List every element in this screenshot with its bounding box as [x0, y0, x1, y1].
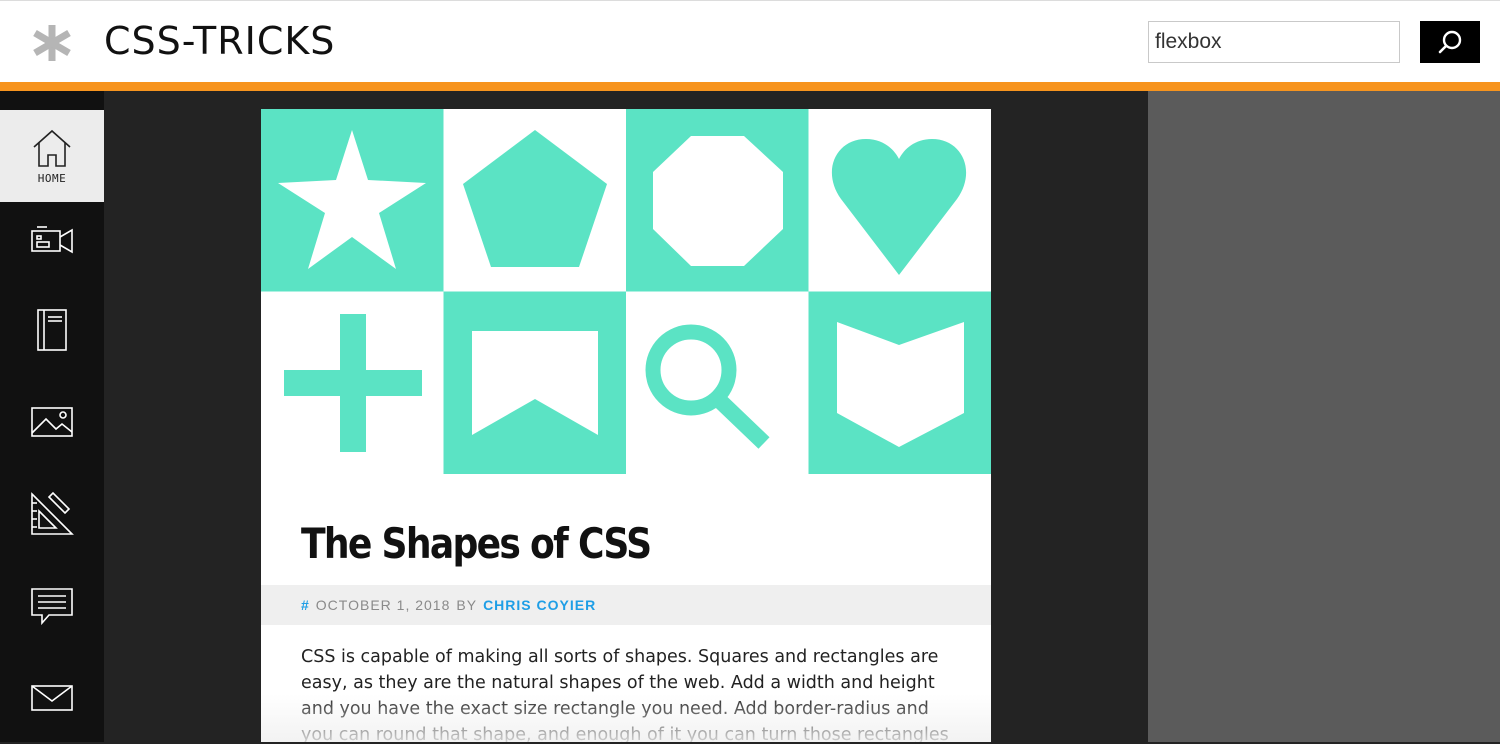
sidebar-item-home[interactable]: HOME [0, 110, 104, 202]
sidebar-item-newsletter[interactable] [0, 652, 104, 744]
article-title[interactable]: The Shapes of CSS [301, 509, 652, 579]
image-icon [31, 407, 73, 437]
sidebar-nav: HOME [0, 91, 104, 742]
home-icon [33, 129, 71, 167]
sidebar-item-guides[interactable] [0, 284, 104, 376]
book-icon [37, 309, 67, 351]
byline-by: BY [456, 597, 478, 613]
author-link[interactable]: CHRIS COYIER [483, 597, 596, 613]
article-hero-image[interactable] [261, 109, 991, 474]
search-button[interactable] [1420, 21, 1480, 63]
chat-bubble-icon [31, 588, 73, 626]
sidebar-item-label: HOME [37, 171, 67, 185]
octagon-icon [653, 136, 783, 266]
article-card[interactable]: The Shapes of CSS # OCTOBER 1, 2018 BY C… [261, 109, 991, 742]
pentagon-icon [463, 130, 607, 267]
sidebar-item-design[interactable] [0, 468, 104, 560]
header-accent-bar [0, 82, 1500, 91]
permalink-hash[interactable]: # [301, 597, 310, 613]
sidebar-item-forums[interactable] [0, 560, 104, 652]
article-date: OCTOBER 1, 2018 [315, 597, 451, 613]
article-meta: # OCTOBER 1, 2018 BY CHRIS COYIER [261, 585, 991, 625]
ruler-triangle-icon [31, 491, 74, 535]
cross-icon [284, 314, 422, 452]
envelope-icon [31, 685, 73, 711]
search-input[interactable] [1148, 21, 1400, 63]
heart-icon [831, 139, 967, 275]
site-logo-text[interactable]: CSS-TRICKS [104, 17, 335, 65]
sidebar-item-gallery[interactable] [0, 376, 104, 468]
site-header: CSS-TRICKS [0, 0, 1500, 82]
magnifier-icon [645, 324, 770, 449]
sidebar-item-videos[interactable] [0, 193, 104, 285]
article-excerpt: CSS is capable of making all sorts of sh… [301, 647, 949, 742]
search-icon [1438, 30, 1462, 54]
asterisk-logo-icon[interactable] [30, 23, 74, 63]
right-side-panel [1148, 91, 1500, 742]
video-camera-icon [31, 226, 73, 254]
